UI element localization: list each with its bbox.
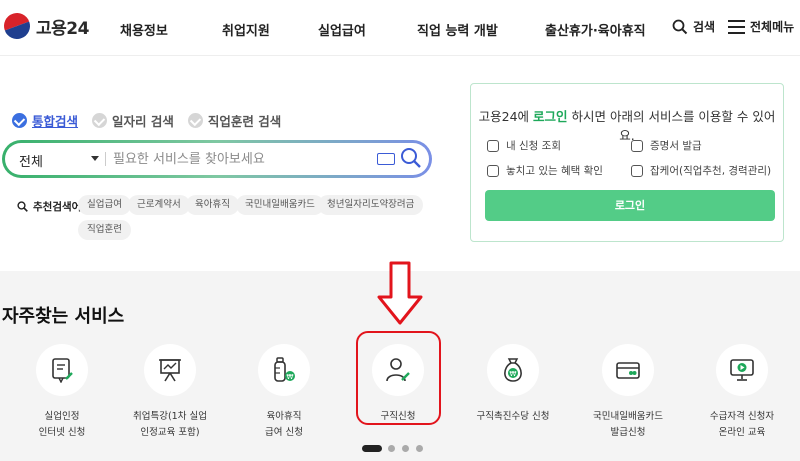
recommend-tag[interactable]: 실업급여 bbox=[78, 195, 131, 215]
recommend-tag[interactable]: 청년일자리도약장려금 bbox=[318, 195, 424, 215]
header-search-label: 검색 bbox=[693, 20, 716, 34]
nav-recruit[interactable]: 채용정보 bbox=[120, 20, 168, 39]
all-menu-label: 전체메뉴 bbox=[750, 20, 795, 34]
list-icon bbox=[487, 139, 499, 152]
search-tabs: 통합검색 일자리 검색 직업훈련 검색 bbox=[12, 111, 295, 130]
service-learning-card[interactable]: 국민내일배움카드 발급신청 bbox=[563, 344, 693, 441]
service-online-education[interactable]: 수급자격 신청자 온라인 교육 bbox=[677, 344, 800, 441]
service-label: 육아휴직 급여 신청 bbox=[265, 411, 303, 438]
search-icon bbox=[672, 19, 688, 34]
jobcare-link[interactable]: 잡케어(직업추천, 경력관리) bbox=[631, 163, 771, 178]
recommend-label-text: 추천검색어 bbox=[33, 201, 82, 213]
header-search-button[interactable]: 검색 bbox=[672, 18, 715, 35]
check-circle-icon bbox=[187, 113, 203, 128]
search-icon bbox=[17, 201, 28, 212]
chevron-down-icon[interactable] bbox=[91, 156, 99, 161]
search-box: 전체 bbox=[2, 140, 432, 178]
service-label: 수급자격 신청자 온라인 교육 bbox=[709, 411, 775, 438]
certificate-edit-icon bbox=[36, 344, 88, 396]
category-select[interactable]: 전체 bbox=[19, 151, 43, 170]
site-header: 고용24 채용정보 취업지원 실업급여 직업 능력 개발 출산휴가·육아휴직 검… bbox=[0, 0, 800, 56]
service-employment-lecture[interactable]: 취업특강(1차 실업 인정교육 포함) bbox=[105, 344, 235, 441]
svg-text:₩: ₩ bbox=[510, 370, 517, 378]
nav-parental-leave[interactable]: 출산휴가·육아휴직 bbox=[545, 20, 646, 39]
service-parental-leave[interactable]: ₩ 육아휴직 급여 신청 bbox=[219, 344, 349, 441]
service-label: 국민내일배움카드 발급신청 bbox=[593, 411, 663, 438]
annotation-down-arrow-icon bbox=[377, 261, 423, 325]
baby-bottle-icon: ₩ bbox=[258, 344, 310, 396]
recommend-tag[interactable]: 직업훈련 bbox=[78, 220, 131, 240]
service-job-allowance[interactable]: ₩ 구직촉진수당 신청 bbox=[448, 344, 578, 425]
carousel-dot[interactable] bbox=[402, 445, 409, 452]
annotation-highlight-box bbox=[356, 331, 441, 425]
taegeuk-logo-icon bbox=[0, 9, 34, 43]
service-label: 취업특강(1차 실업 인정교육 포함) bbox=[133, 411, 207, 438]
recommend-label: 추천검색어 bbox=[17, 199, 81, 214]
logo-text: 고용24 bbox=[36, 18, 89, 39]
clipboard-icon bbox=[631, 164, 643, 177]
certificate-link[interactable]: 증명서 발급 bbox=[631, 138, 702, 153]
carousel-pagination bbox=[362, 445, 430, 452]
carousel-dot[interactable] bbox=[416, 445, 423, 452]
money-bag-icon: ₩ bbox=[487, 344, 539, 396]
svg-text:₩: ₩ bbox=[287, 373, 294, 381]
tab-job-search[interactable]: 일자리 검색 bbox=[92, 111, 174, 130]
carousel-dot-active[interactable] bbox=[362, 445, 382, 452]
tab-label: 통합검색 bbox=[32, 114, 79, 129]
service-label: 구직촉진수당 신청 bbox=[476, 411, 550, 422]
tab-label: 일자리 검색 bbox=[112, 114, 174, 129]
login-link[interactable]: 로그인 bbox=[533, 109, 568, 124]
divider bbox=[105, 152, 106, 166]
login-button[interactable]: 로그인 bbox=[485, 190, 775, 221]
search-input[interactable] bbox=[113, 149, 353, 169]
my-application-link[interactable]: 내 신청 조회 bbox=[487, 138, 561, 153]
hamburger-menu-icon bbox=[728, 19, 745, 34]
document-search-icon bbox=[487, 164, 499, 177]
card-icon bbox=[602, 344, 654, 396]
presentation-board-icon bbox=[144, 344, 196, 396]
tab-integrated-search[interactable]: 통합검색 bbox=[12, 111, 78, 130]
check-circle-icon bbox=[12, 113, 27, 128]
keyboard-icon[interactable] bbox=[377, 153, 395, 165]
all-menu-button[interactable]: 전체메뉴 bbox=[728, 18, 794, 35]
nav-vocational-training[interactable]: 직업 능력 개발 bbox=[417, 20, 498, 39]
page-root: 고용24 채용정보 취업지원 실업급여 직업 능력 개발 출산휴가·육아휴직 검… bbox=[0, 0, 800, 461]
tab-training-search[interactable]: 직업훈련 검색 bbox=[187, 111, 282, 130]
tab-label: 직업훈련 검색 bbox=[207, 114, 282, 129]
recommend-tag[interactable]: 육아휴직 bbox=[186, 195, 239, 215]
recommend-tag[interactable]: 근로계약서 bbox=[128, 195, 190, 215]
recommend-tag[interactable]: 국민내일배움카드 bbox=[236, 195, 324, 215]
nav-unemployment-benefit[interactable]: 실업급여 bbox=[318, 20, 366, 39]
logo[interactable]: 고용24 bbox=[0, 9, 89, 43]
benefit-check-link[interactable]: 놓치고 있는 혜택 확인 bbox=[487, 163, 603, 178]
login-panel: 고용24에 로그인 하시면 아래의 서비스를 이용할 수 있어요. 내 신청 조… bbox=[470, 83, 784, 242]
nav-employment-support[interactable]: 취업지원 bbox=[222, 20, 270, 39]
search-submit-icon[interactable] bbox=[400, 147, 422, 169]
check-circle-icon bbox=[92, 113, 108, 128]
section-title: 자주찾는 서비스 bbox=[2, 306, 125, 327]
printer-icon bbox=[631, 139, 643, 152]
monitor-play-icon bbox=[716, 344, 768, 396]
carousel-dot[interactable] bbox=[388, 445, 395, 452]
